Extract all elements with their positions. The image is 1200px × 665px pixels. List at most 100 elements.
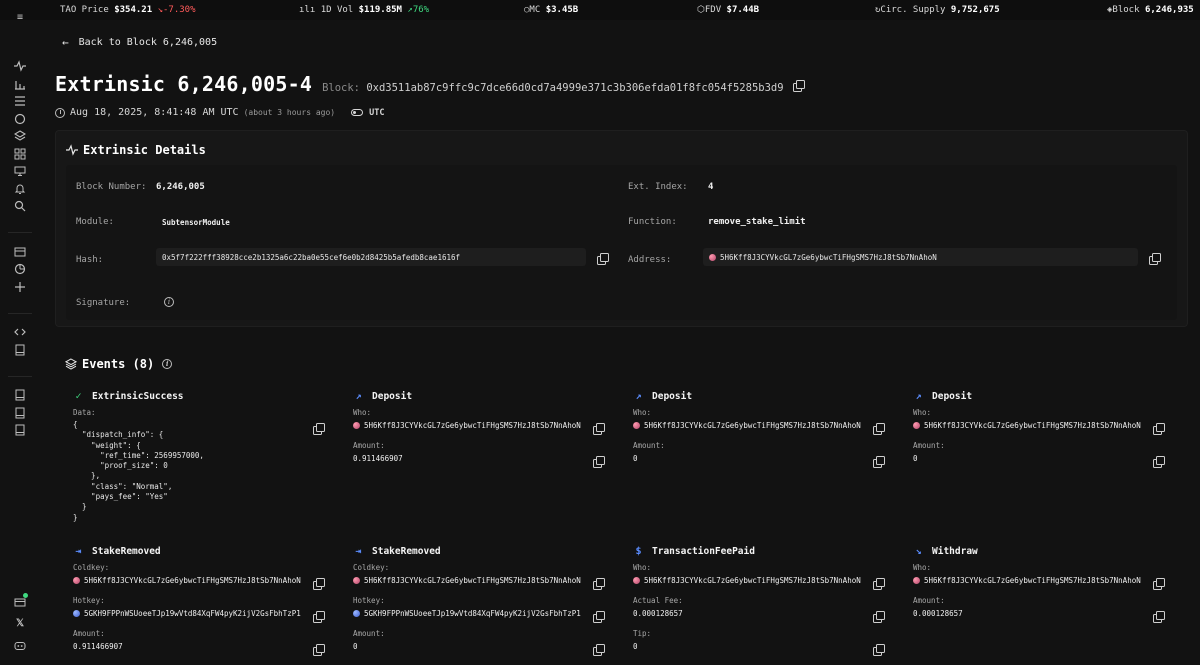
hotkey-address[interactable]: 5GKH9FPPnWSUoeeTJp19wVtd84XqFW4pyK2ijV2G…: [353, 609, 581, 618]
wallet-icon[interactable]: [14, 246, 26, 258]
copy-icon[interactable]: [1153, 456, 1165, 468]
event-header: ⇥ StakeRemoved: [73, 544, 338, 558]
hash-value: 0x5f7f222fff38928cce2b1325a6c22ba0e55cef…: [156, 248, 586, 266]
layers-icon[interactable]: [14, 130, 26, 142]
circ-supply: ↻Circ. Supply 9,752,675: [875, 5, 1000, 15]
identicon-icon: [709, 254, 716, 261]
x-twitter-icon[interactable]: 𝕏: [14, 618, 26, 630]
coldkey-label: Coldkey:: [73, 563, 110, 572]
amount-value: 0.000128657: [913, 609, 963, 618]
event-card: ↗ Deposit Who: 5H6Kff8J3CYVkcGL7zGe6ybwcT…: [353, 389, 618, 479]
copy-icon[interactable]: [873, 644, 885, 656]
copy-icon[interactable]: [593, 611, 605, 623]
copy-icon[interactable]: [597, 253, 609, 265]
who-address[interactable]: 5H6Kff8J3CYVkcGL7zGe6ybwcTiFHgSMS7HzJ8tS…: [353, 421, 581, 430]
fdv: ⬡FDV $7.44B: [697, 5, 760, 15]
coldkey-address[interactable]: 5H6Kff8J3CYVkcGL7zGe6ybwcTiFHgSMS7HzJ8tS…: [73, 576, 301, 585]
timezone-label: UTC: [369, 107, 385, 118]
menu-icon[interactable]: ≡: [14, 12, 26, 24]
block-number-value[interactable]: 6,246,005: [156, 182, 205, 192]
copy-icon[interactable]: [1153, 578, 1165, 590]
copy-icon[interactable]: [873, 423, 885, 435]
details-title: Extrinsic Details: [66, 143, 206, 157]
copy-icon[interactable]: [1149, 253, 1161, 265]
copy-icon[interactable]: [1153, 423, 1165, 435]
copy-icon[interactable]: [313, 578, 325, 590]
activity-icon: [66, 144, 78, 156]
move-icon[interactable]: [14, 281, 26, 293]
events-title: Events (8) i: [65, 357, 173, 371]
copy-icon[interactable]: [313, 423, 325, 435]
address-value[interactable]: 5H6Kff8J3CYVkcGL7zGe6ybwcTiFHgSMS7HzJ8tS…: [703, 248, 1138, 266]
chat-icon[interactable]: [14, 113, 26, 125]
document-icon[interactable]: [14, 389, 26, 401]
check-icon: ✓: [75, 390, 82, 402]
book-icon[interactable]: [14, 344, 26, 356]
amount-value: 0: [913, 454, 918, 463]
copy-icon[interactable]: [873, 611, 885, 623]
list-icon[interactable]: [14, 95, 26, 107]
hexagon-icon: ⬡: [697, 5, 705, 15]
market-cap: ○MC $3.45B: [524, 5, 579, 15]
copy-icon[interactable]: [593, 644, 605, 656]
copy-icon[interactable]: [873, 578, 885, 590]
who-address[interactable]: 5H6Kff8J3CYVkcGL7zGe6ybwcTiFHgSMS7HzJ8tS…: [913, 421, 1141, 430]
arrow-left-icon: ←: [62, 36, 69, 49]
activity-icon[interactable]: [14, 60, 26, 72]
relative-time: (about 3 hours ago): [243, 108, 336, 117]
sidebar-divider: [8, 313, 32, 314]
block-number-label: Block Number:: [76, 182, 147, 192]
block-hash-link[interactable]: 0xd3511ab87c9ffc9c7dce66d0cd7a4999e371c3…: [366, 82, 783, 94]
trending-up-icon: ↗: [635, 390, 642, 402]
copy-icon[interactable]: [313, 611, 325, 623]
event-header: ↘ Withdraw: [913, 544, 1178, 558]
event-card: $ TransactionFeePaid Who: 5H6Kff8J3CYVkcG…: [633, 544, 898, 665]
back-to-block-link[interactable]: ← Back to Block 6,246,005: [62, 36, 217, 49]
grid-icon[interactable]: [14, 148, 26, 160]
who-address[interactable]: 5H6Kff8J3CYVkcGL7zGe6ybwcTiFHgSMS7HzJ8tS…: [633, 421, 861, 430]
who-address[interactable]: 5H6Kff8J3CYVkcGL7zGe6ybwcTiFHgSMS7HzJ8tS…: [633, 576, 861, 585]
amount-value: 0: [353, 642, 358, 651]
bar-chart-icon[interactable]: [14, 78, 26, 90]
amount-value: 0.911466907: [353, 454, 403, 463]
log-out-icon: ⇥: [355, 545, 362, 557]
page-title: Extrinsic 6,246,005-4: [55, 72, 313, 96]
document-icon[interactable]: [14, 407, 26, 419]
copy-icon[interactable]: [593, 423, 605, 435]
code-icon[interactable]: [14, 326, 26, 338]
event-header: ↗ Deposit: [633, 389, 898, 403]
copy-icon[interactable]: [1153, 611, 1165, 623]
pie-chart-icon[interactable]: [14, 263, 26, 275]
module-label: Module:: [76, 217, 114, 227]
event-header: $ TransactionFeePaid: [633, 544, 898, 558]
coldkey-address[interactable]: 5H6Kff8J3CYVkcGL7zGe6ybwcTiFHgSMS7HzJ8tS…: [353, 576, 581, 585]
wallet-status-icon[interactable]: [14, 593, 28, 608]
event-card: ↘ Withdraw Who: 5H6Kff8J3CYVkcGL7zGe6ybwc…: [913, 544, 1178, 665]
who-label: Who:: [913, 563, 932, 572]
extrinsic-details-panel: Extrinsic Details Block Number: 6,246,00…: [55, 130, 1188, 327]
block-hash: Block: 0xd3511ab87c9ffc9c7dce66d0cd7a499…: [322, 82, 784, 94]
trending-up-icon: ↗: [915, 390, 922, 402]
amount-label: Amount:: [913, 441, 945, 450]
copy-icon[interactable]: [593, 456, 605, 468]
bell-icon[interactable]: [14, 183, 26, 195]
monitor-icon[interactable]: [14, 165, 26, 177]
copy-icon[interactable]: [873, 456, 885, 468]
search-icon[interactable]: [14, 200, 26, 212]
copy-icon[interactable]: [313, 644, 325, 656]
info-icon[interactable]: i: [164, 297, 174, 307]
info-icon[interactable]: i: [162, 359, 173, 369]
back-label: Back to Block 6,246,005: [78, 37, 218, 48]
hotkey-address[interactable]: 5GKH9FPPnWSUoeeTJp19wVtd84XqFW4pyK2ijV2G…: [73, 609, 301, 618]
discord-icon[interactable]: [14, 640, 26, 652]
document-icon[interactable]: [14, 424, 26, 436]
who-address[interactable]: 5H6Kff8J3CYVkcGL7zGe6ybwcTiFHgSMS7HzJ8tS…: [913, 576, 1141, 585]
amount-label: Amount:: [353, 441, 385, 450]
copy-icon[interactable]: [792, 80, 805, 92]
who-label: Who:: [353, 408, 372, 417]
trending-down-icon: ↘: [915, 545, 922, 557]
hotkey-label: Hotkey:: [73, 596, 105, 605]
timezone-toggle[interactable]: [351, 109, 364, 116]
copy-icon[interactable]: [593, 578, 605, 590]
tip-label: Tip:: [633, 629, 652, 638]
